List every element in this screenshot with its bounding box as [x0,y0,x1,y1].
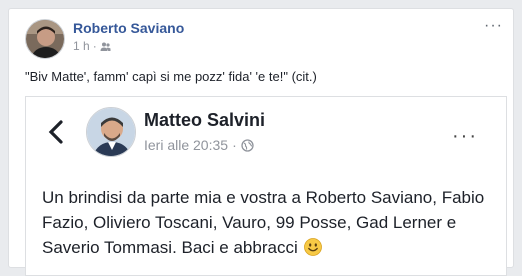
embedded-post-text: Un brindisi da parte mia e vostra a Robe… [42,185,492,260]
post-meta: 1 h · [73,39,111,53]
post-more-options-icon[interactable]: ··· [484,17,503,35]
embedded-post-time[interactable]: Ieri alle 20:35 [144,137,228,153]
meta-separator: · [92,39,97,53]
globe-icon[interactable] [241,138,254,152]
embedded-post-meta: Ieri alle 20:35 · [144,137,254,153]
embedded-more-options-icon[interactable]: ··· [452,125,478,148]
post-time[interactable]: 1 h [73,39,90,53]
author-name[interactable]: Roberto Saviano [73,20,184,36]
friends-icon[interactable] [100,41,111,52]
embedded-author-name[interactable]: Matteo Salvini [144,110,265,131]
embedded-author-avatar[interactable] [86,107,136,157]
smiley-emoji-icon [304,238,323,256]
embedded-post-body: Un brindisi da parte mia e vostra a Robe… [42,188,485,257]
post-caption: "Biv Matte', famm' capì si me pozz' fida… [25,69,317,84]
facebook-post: Roberto Saviano 1 h · ··· "Biv Matte', f… [8,8,514,276]
author-avatar[interactable] [25,19,65,59]
embedded-screenshot: Matteo Salvini Ieri alle 20:35 · ··· Un … [25,96,507,276]
chevron-left-icon[interactable] [46,119,66,145]
embedded-meta-separator: · [232,137,237,153]
